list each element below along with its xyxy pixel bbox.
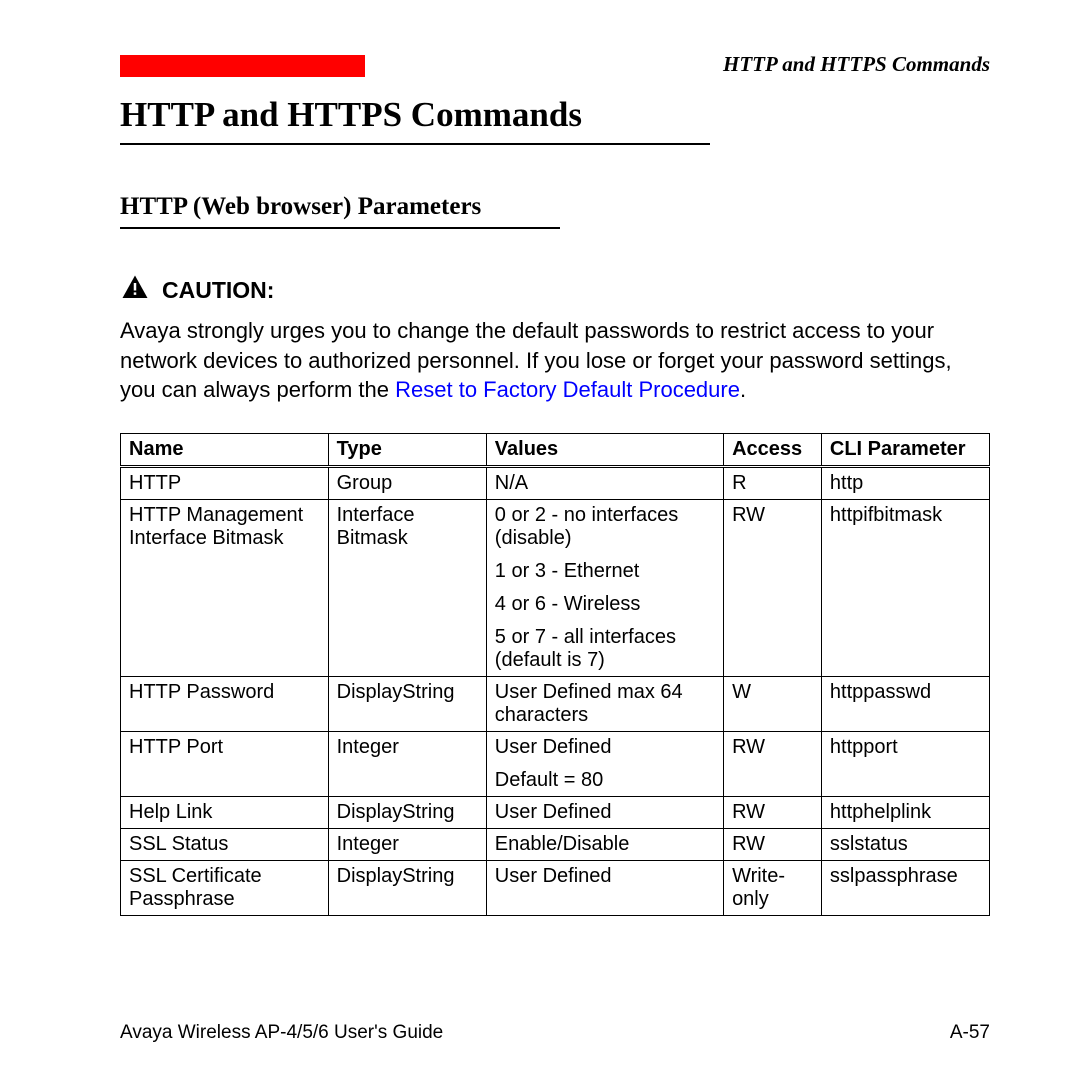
cell-access: RW (724, 500, 822, 677)
cell-access: R (724, 467, 822, 500)
col-header-cli: CLI Parameter (821, 434, 989, 467)
footer-guide-title: Avaya Wireless AP-4/5/6 User's Guide (120, 1022, 443, 1044)
table-row: HTTP PasswordDisplayStringUser Defined m… (121, 677, 990, 732)
cell-cli: sslstatus (821, 829, 989, 861)
caution-text: Avaya strongly urges you to change the d… (120, 316, 990, 405)
cell-values: User Defined max 64 characters (486, 677, 723, 732)
parameters-table: Name Type Values Access CLI Parameter HT… (120, 433, 990, 916)
cell-type: Integer (328, 829, 486, 861)
warning-icon (120, 273, 150, 308)
cell-cli: httpifbitmask (821, 500, 989, 677)
table-row: SSL Certificate PassphraseDisplayStringU… (121, 861, 990, 916)
cell-values: User Defined (486, 861, 723, 916)
cell-cli: httphelplink (821, 797, 989, 829)
cell-type: Interface Bitmask (328, 500, 486, 677)
cell-access: RW (724, 829, 822, 861)
table-row: SSL StatusIntegerEnable/DisableRWsslstat… (121, 829, 990, 861)
cell-name: HTTP Port (121, 732, 329, 797)
cell-cli: httpport (821, 732, 989, 797)
col-header-type: Type (328, 434, 486, 467)
caution-heading: CAUTION: (120, 273, 990, 308)
table-row: HTTP Management Interface BitmaskInterfa… (121, 500, 990, 677)
cell-access: RW (724, 797, 822, 829)
cell-access: Write-only (724, 861, 822, 916)
brand-bar (120, 55, 365, 77)
cell-values: Enable/Disable (486, 829, 723, 861)
cell-name: HTTP Password (121, 677, 329, 732)
page-footer: Avaya Wireless AP-4/5/6 User's Guide A-5… (120, 1022, 990, 1044)
cell-name: Help Link (121, 797, 329, 829)
page-title: HTTP and HTTPS Commands (120, 95, 710, 145)
table-row: HTTP PortIntegerUser DefinedDefault = 80… (121, 732, 990, 797)
col-header-name: Name (121, 434, 329, 467)
reset-procedure-link[interactable]: Reset to Factory Default Procedure (395, 377, 740, 402)
caution-label: CAUTION: (162, 277, 274, 304)
cell-values: User DefinedDefault = 80 (486, 732, 723, 797)
cell-cli: sslpassphrase (821, 861, 989, 916)
table-row: Help LinkDisplayStringUser DefinedRWhttp… (121, 797, 990, 829)
header-section-title: HTTP and HTTPS Commands (723, 52, 990, 77)
col-header-values: Values (486, 434, 723, 467)
cell-cli: httppasswd (821, 677, 989, 732)
footer-page-number: A-57 (950, 1022, 990, 1044)
cell-type: Group (328, 467, 486, 500)
section-subtitle: HTTP (Web browser) Parameters (120, 193, 560, 229)
cell-cli: http (821, 467, 989, 500)
cell-access: RW (724, 732, 822, 797)
cell-type: DisplayString (328, 677, 486, 732)
cell-name: HTTP (121, 467, 329, 500)
cell-type: Integer (328, 732, 486, 797)
caution-text-after: . (740, 377, 746, 402)
table-header-row: Name Type Values Access CLI Parameter (121, 434, 990, 467)
cell-values: User Defined (486, 797, 723, 829)
col-header-access: Access (724, 434, 822, 467)
page-header: HTTP and HTTPS Commands (120, 52, 990, 77)
cell-access: W (724, 677, 822, 732)
cell-name: HTTP Management Interface Bitmask (121, 500, 329, 677)
cell-values: 0 or 2 - no interfaces (disable)1 or 3 -… (486, 500, 723, 677)
cell-name: SSL Status (121, 829, 329, 861)
table-row: HTTPGroupN/ARhttp (121, 467, 990, 500)
cell-type: DisplayString (328, 861, 486, 916)
cell-name: SSL Certificate Passphrase (121, 861, 329, 916)
cell-type: DisplayString (328, 797, 486, 829)
cell-values: N/A (486, 467, 723, 500)
